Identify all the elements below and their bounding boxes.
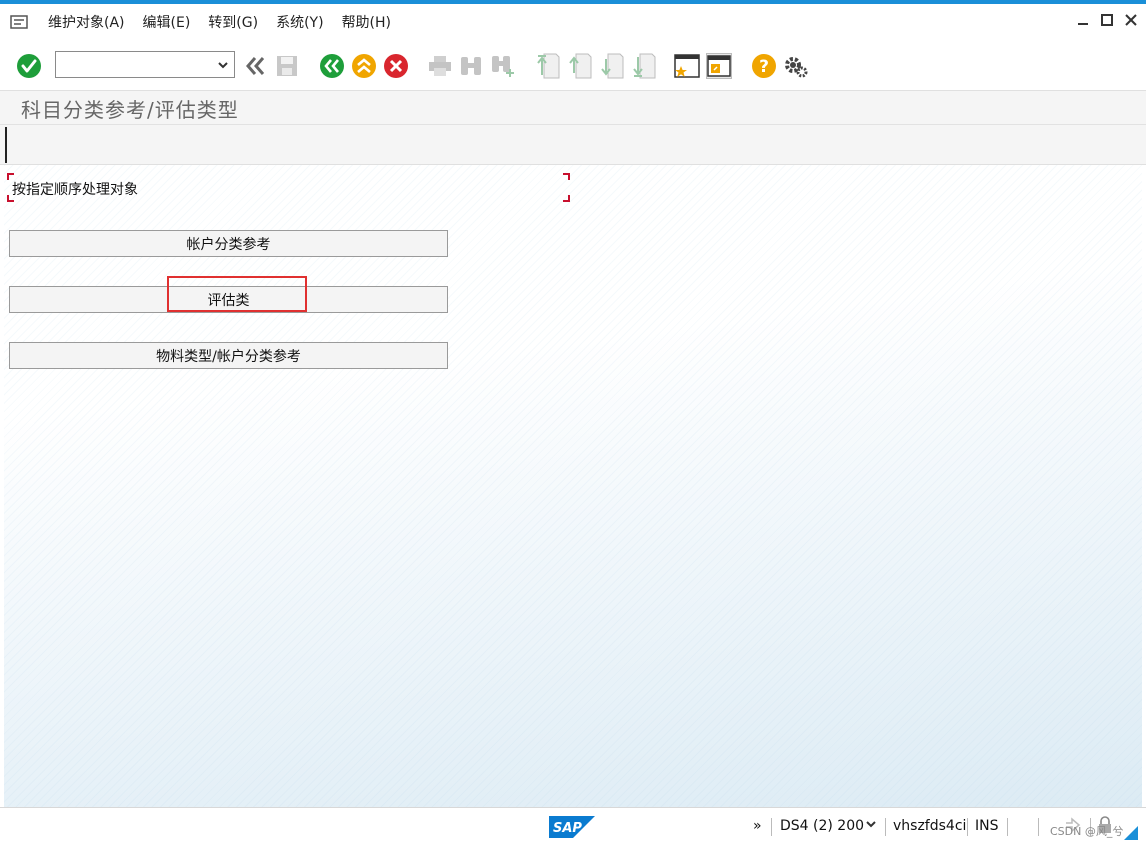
status-separator (771, 818, 772, 836)
menu-item-maintain-object[interactable]: 维护对象(A) (48, 12, 125, 32)
server-name: vhszfds4ci (893, 818, 967, 834)
next-page-icon[interactable] (599, 53, 625, 79)
enter-icon[interactable] (16, 53, 42, 79)
back-icon[interactable] (319, 53, 345, 79)
svg-text:SAP: SAP (553, 821, 582, 836)
application-toolbar (0, 125, 1146, 165)
command-field[interactable] (55, 51, 235, 78)
highlight-box (167, 276, 307, 312)
shortcut-icon[interactable] (706, 53, 732, 79)
system-dropdown-icon[interactable] (866, 816, 876, 832)
cancel-icon[interactable] (383, 53, 409, 79)
status-separator (1038, 818, 1039, 836)
menu-item-system[interactable]: 系统(Y) (276, 12, 323, 32)
frame-corner (563, 173, 570, 180)
status-expand-chevron[interactable]: » (753, 818, 762, 834)
menu-item-edit[interactable]: 编辑(E) (143, 12, 191, 32)
menu-icon[interactable] (8, 11, 30, 33)
resize-grip-icon[interactable] (1124, 826, 1138, 844)
screen-title-bar: 科目分类参考/评估类型 (0, 91, 1146, 125)
page-title: 科目分类参考/评估类型 (21, 98, 239, 122)
find-icon[interactable] (458, 53, 484, 79)
svg-text:?: ? (759, 57, 769, 77)
back-double-icon[interactable] (242, 53, 268, 79)
watermark: CSDN @风_兮 (1050, 825, 1124, 838)
minimize-icon[interactable] (1076, 12, 1090, 28)
material-type-account-category-button[interactable]: 物料类型/帐户分类参考 (9, 342, 448, 369)
create-session-icon[interactable] (674, 53, 700, 79)
text-cursor (5, 127, 7, 163)
input-mode[interactable]: INS (975, 818, 999, 834)
help-icon[interactable]: ? (751, 53, 777, 79)
status-bar: SAP » DS4 (2) 200 vhszfds4ci INS CSDN @风… (0, 807, 1146, 846)
system-toolbar: ? (0, 39, 1146, 91)
menu-item-help[interactable]: 帮助(H) (342, 12, 391, 32)
status-separator (885, 818, 886, 836)
system-info: DS4 (2) 200 (780, 818, 865, 834)
status-separator (967, 818, 968, 836)
chevron-down-icon[interactable] (216, 58, 230, 72)
save-icon[interactable] (274, 53, 300, 79)
print-icon[interactable] (427, 53, 453, 79)
previous-page-icon[interactable] (567, 53, 593, 79)
main-content: 按指定顺序处理对象 帐户分类参考 评估类 物料类型/帐户分类参考 (4, 165, 1142, 807)
close-icon[interactable] (1124, 12, 1138, 28)
sap-logo: SAP (549, 816, 595, 842)
frame-label: 按指定顺序处理对象 (12, 182, 138, 198)
account-category-reference-button[interactable]: 帐户分类参考 (9, 230, 448, 257)
command-input[interactable] (56, 52, 206, 77)
first-page-icon[interactable] (535, 53, 561, 79)
find-next-icon[interactable] (490, 53, 516, 79)
maximize-icon[interactable] (1100, 12, 1114, 28)
frame-corner (563, 195, 570, 202)
settings-icon[interactable] (783, 53, 809, 79)
last-page-icon[interactable] (631, 53, 657, 79)
menu-bar: 维护对象(A) 编辑(E) 转到(G) 系统(Y) 帮助(H) (0, 4, 1146, 39)
menu-item-goto[interactable]: 转到(G) (208, 12, 258, 32)
exit-icon[interactable] (351, 53, 377, 79)
status-separator (1007, 818, 1008, 836)
